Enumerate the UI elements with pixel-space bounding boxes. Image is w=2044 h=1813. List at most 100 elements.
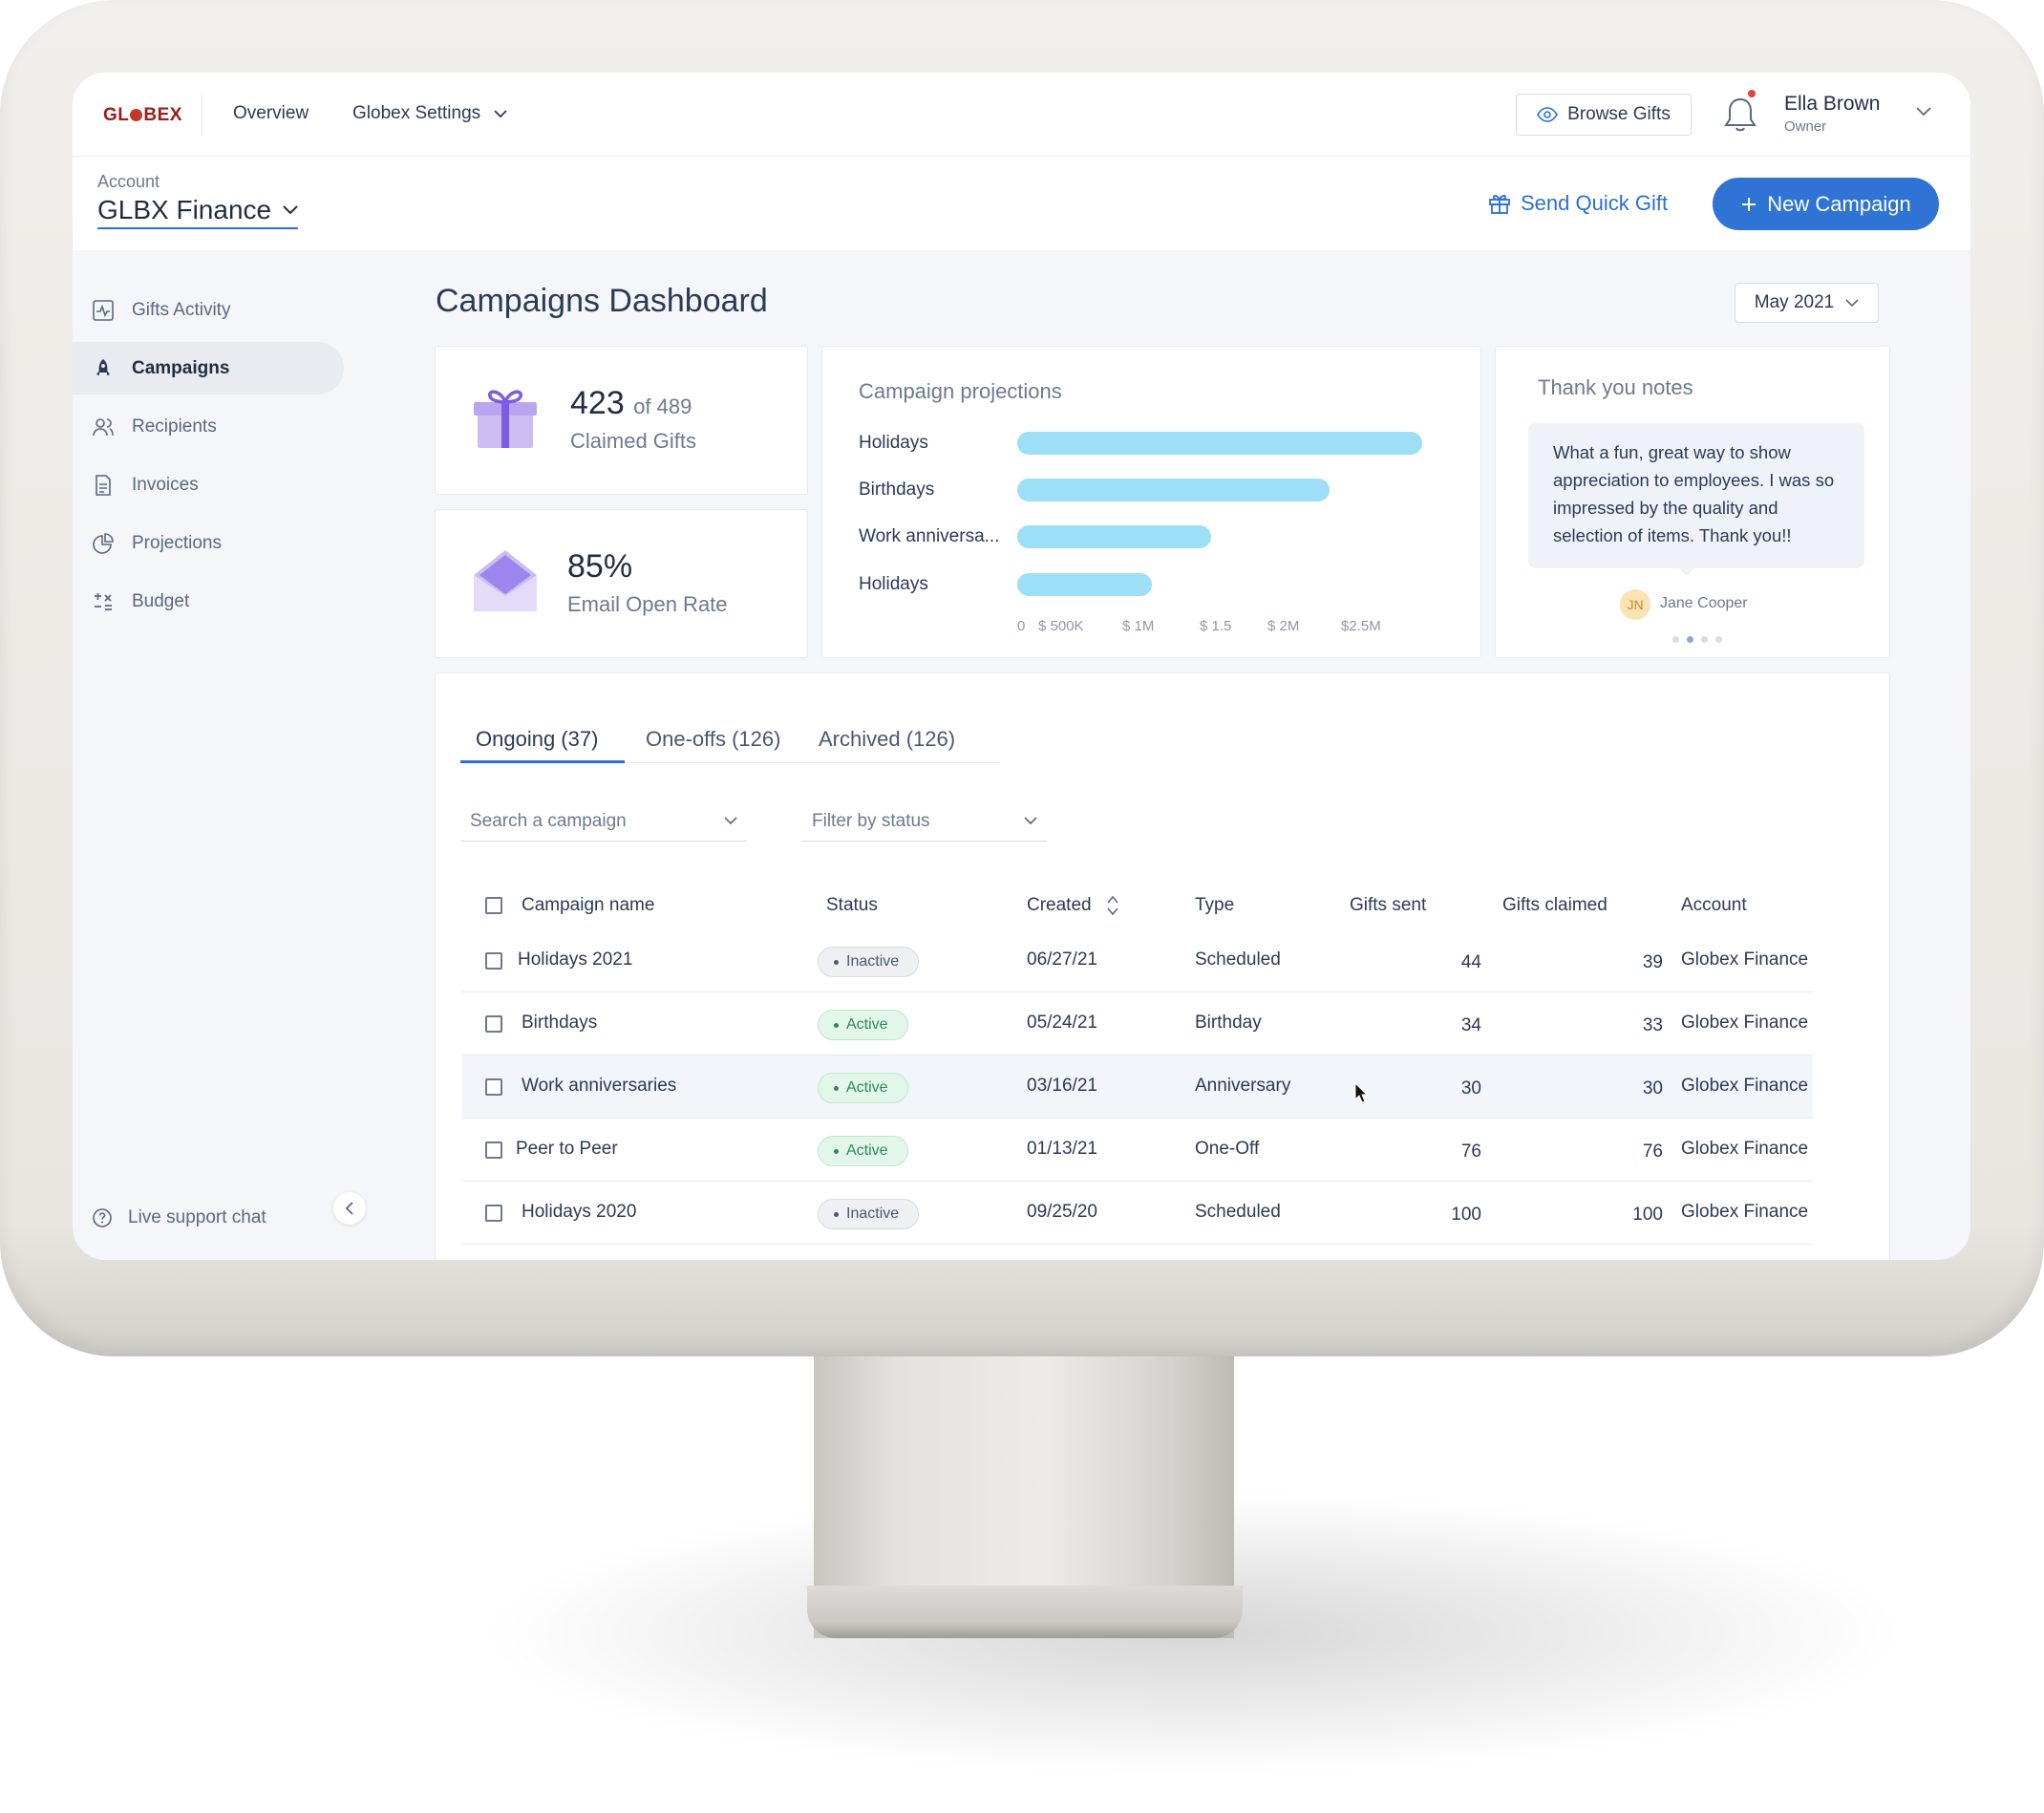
campaign-name[interactable]: Birthdays — [522, 1013, 597, 1034]
status-text: Inactive — [846, 953, 900, 970]
tab-archived[interactable]: Archived (126) — [819, 727, 955, 752]
carousel-dot-active[interactable] — [1687, 636, 1693, 643]
col-created[interactable]: Created — [1027, 895, 1118, 916]
status-badge: Active — [818, 1010, 908, 1040]
campaigns-table-panel: Ongoing (37) One-offs (126) Archived (12… — [435, 672, 1890, 1260]
x-tick-label: 0 — [1017, 618, 1026, 634]
bar-label-holidays: Holidays — [859, 433, 928, 453]
eye-icon — [1537, 107, 1559, 122]
x-tick-label: $ 2M — [1267, 618, 1300, 634]
chart-bar — [1017, 432, 1422, 455]
created-date: 05/24/21 — [1027, 1013, 1097, 1033]
status-text: Active — [846, 1142, 888, 1159]
row-checkbox[interactable] — [485, 1078, 502, 1096]
live-support-chat-link[interactable]: Live support chat — [92, 1207, 266, 1228]
table-row[interactable]: Holidays 2020 Inactive 09/25/20 Schedule… — [462, 1182, 1813, 1245]
row-checkbox[interactable] — [485, 1205, 502, 1222]
tab-ongoing[interactable]: Ongoing (37) — [476, 727, 598, 752]
col-gifts-sent[interactable]: Gifts sent — [1350, 895, 1426, 916]
sort-icon — [1106, 895, 1118, 916]
send-quick-gift-button[interactable]: Send Quick Gift — [1488, 191, 1668, 216]
campaign-type: Scheduled — [1195, 949, 1281, 970]
col-type[interactable]: Type — [1195, 895, 1234, 916]
row-checkbox[interactable] — [485, 952, 502, 970]
table-row-hovered[interactable]: Work anniversaries Active 03/16/21 Anniv… — [462, 1056, 1813, 1119]
sidebar-item-label: Invoices — [132, 474, 199, 495]
user-menu-chevron-icon[interactable] — [1916, 107, 1931, 117]
campaign-type: Birthday — [1195, 1013, 1262, 1033]
campaign-name[interactable]: Work anniversaries — [522, 1076, 676, 1097]
claimed-gifts-label: Claimed Gifts — [570, 429, 697, 453]
bell-icon[interactable] — [1723, 96, 1757, 134]
bar-label-work-anniversaries: Work anniversa... — [859, 526, 1000, 546]
gifts-claimed: 33 — [1642, 1015, 1663, 1035]
chevron-down-icon — [724, 817, 737, 825]
gifts-claimed: 100 — [1632, 1205, 1663, 1225]
select-all-checkbox[interactable] — [485, 897, 502, 914]
sidebar-item-budget[interactable]: Budget — [73, 575, 344, 628]
table-row[interactable]: Holidays 2021 Inactive 06/27/21 Schedule… — [462, 929, 1813, 992]
thank-you-notes-card: Thank you notes What a fun, great way to… — [1495, 346, 1890, 658]
col-created-label: Created — [1027, 895, 1092, 915]
campaign-name[interactable]: Holidays 2021 — [518, 949, 632, 970]
account-name: GLBX Finance — [97, 195, 272, 224]
search-placeholder: Search a campaign — [470, 810, 627, 831]
sidebar-item-projections[interactable]: Projections — [73, 517, 344, 569]
account-name: Globex Finance — [1681, 949, 1809, 970]
sidebar-item-invoices[interactable]: Invoices — [73, 459, 344, 511]
created-date: 01/13/21 — [1027, 1139, 1097, 1159]
col-gifts-claimed[interactable]: Gifts claimed — [1502, 895, 1608, 916]
chevron-down-icon — [283, 205, 298, 215]
gifts-sent: 76 — [1460, 1141, 1481, 1162]
account-name: Globex Finance — [1681, 1139, 1809, 1159]
carousel-dot[interactable] — [1672, 636, 1679, 643]
status-badge: Active — [818, 1136, 908, 1166]
status-text: Inactive — [846, 1205, 900, 1222]
row-checkbox[interactable] — [485, 1015, 502, 1033]
claimed-gifts-card: 423 of 489 Claimed Gifts — [435, 346, 808, 495]
table-row[interactable]: Birthdays Active 05/24/21 Birthday 34 33… — [462, 992, 1813, 1056]
campaign-name[interactable]: Holidays 2020 — [522, 1202, 636, 1223]
mouse-cursor-icon — [1354, 1082, 1368, 1103]
carousel-dot[interactable] — [1701, 636, 1708, 643]
globex-logo[interactable]: GL BEX — [103, 105, 182, 126]
status-dot — [834, 1148, 839, 1154]
bar-label-birthdays: Birthdays — [859, 480, 935, 500]
new-campaign-button[interactable]: New Campaign — [1713, 178, 1939, 230]
chevron-down-icon — [494, 109, 507, 117]
search-campaign-input[interactable]: Search a campaign — [460, 801, 747, 842]
table-row[interactable]: Peer to Peer Active 01/13/21 One-Off 76 … — [462, 1119, 1813, 1182]
col-campaign-name[interactable]: Campaign name — [522, 895, 654, 916]
x-tick-label: $ 1M — [1122, 618, 1155, 634]
status-dot — [834, 1085, 839, 1091]
nav-overview[interactable]: Overview — [233, 103, 309, 124]
month-selector[interactable]: May 2021 — [1735, 283, 1879, 323]
thank-you-note-text: What a fun, great way to show appreciati… — [1528, 423, 1864, 568]
sidebar-item-recipients[interactable]: Recipients — [73, 400, 344, 453]
status-dot — [834, 1022, 839, 1028]
col-account[interactable]: Account — [1681, 895, 1747, 916]
nav-settings-label: Globex Settings — [352, 103, 481, 123]
carousel-dot[interactable] — [1715, 636, 1722, 643]
status-dot — [834, 959, 839, 965]
browse-gifts-button[interactable]: Browse Gifts — [1516, 94, 1692, 136]
account-selector[interactable]: GLBX Finance — [97, 195, 299, 229]
collapse-sidebar-button[interactable] — [333, 1192, 366, 1225]
budget-icon — [95, 592, 112, 610]
sidebar-item-label: Projections — [132, 532, 222, 553]
col-status[interactable]: Status — [826, 895, 878, 916]
status-dot — [834, 1211, 839, 1217]
user-name[interactable]: Ella Brown — [1784, 93, 1880, 116]
tab-one-offs[interactable]: One-offs (126) — [646, 727, 780, 752]
campaign-name[interactable]: Peer to Peer — [516, 1139, 618, 1160]
chart-bar — [1017, 573, 1152, 596]
sidebar-item-gifts-activity[interactable]: Gifts Activity — [73, 284, 344, 336]
filter-status-select[interactable]: Filter by status — [802, 801, 1047, 842]
campaign-type: Scheduled — [1195, 1202, 1281, 1222]
sidebar-item-campaigns[interactable]: Campaigns — [73, 342, 344, 395]
row-checkbox[interactable] — [485, 1141, 502, 1159]
gift-icon — [1489, 195, 1510, 214]
nav-globex-settings[interactable]: Globex Settings — [352, 103, 507, 124]
status-text: Active — [846, 1079, 888, 1096]
pie-icon — [93, 532, 114, 554]
